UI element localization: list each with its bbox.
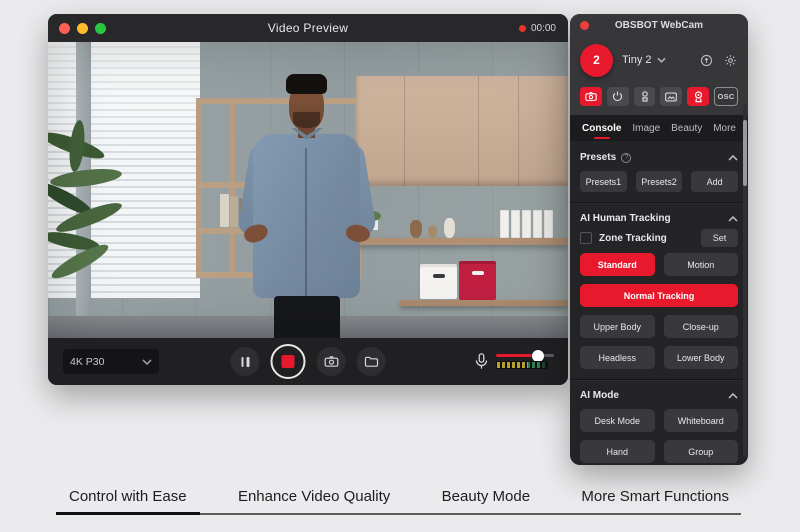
ai-mode-section-header: AI Mode bbox=[580, 390, 738, 401]
tab-control-with-ease[interactable]: Control with Ease bbox=[56, 486, 200, 515]
screen-icon bbox=[665, 91, 678, 102]
vignette bbox=[48, 42, 568, 338]
snapshot-button[interactable] bbox=[316, 347, 346, 376]
folder-icon bbox=[364, 356, 378, 367]
tab-console[interactable]: Console bbox=[582, 117, 621, 140]
tab-enhance-video-quality[interactable]: Enhance Video Quality bbox=[238, 486, 390, 513]
video-preview-window: Video Preview 00:00 4K P30 bbox=[48, 14, 568, 385]
close-up-button[interactable]: Close-up bbox=[663, 315, 738, 338]
video-window-title: Video Preview bbox=[267, 21, 349, 35]
feature-tabs: Control with Ease Enhance Video Quality … bbox=[56, 486, 741, 515]
sleep-power-button[interactable] bbox=[606, 87, 629, 106]
chevron-down-icon bbox=[142, 358, 152, 365]
zone-tracking-label: Zone Tracking bbox=[599, 232, 667, 244]
chevron-up-icon bbox=[728, 154, 738, 161]
tab-more[interactable]: More bbox=[713, 117, 736, 140]
hand-button[interactable]: Hand bbox=[580, 440, 655, 463]
add-preset-button[interactable]: Add bbox=[691, 171, 738, 192]
camera-toggle-button[interactable] bbox=[580, 87, 602, 106]
video-titlebar: Video Preview 00:00 bbox=[48, 14, 568, 42]
tab-beauty[interactable]: Beauty bbox=[671, 117, 702, 140]
upper-body-button[interactable]: Upper Body bbox=[580, 315, 655, 338]
volume-slider[interactable] bbox=[496, 349, 554, 362]
chevron-up-icon bbox=[728, 215, 738, 222]
tab-more-smart-functions[interactable]: More Smart Functions bbox=[581, 486, 729, 513]
group-button[interactable]: Group bbox=[663, 440, 738, 463]
preset2-button[interactable]: Presets2 bbox=[635, 171, 683, 192]
tracking-title: AI Human Tracking bbox=[580, 213, 671, 224]
update-icon[interactable] bbox=[699, 53, 714, 68]
microphone-icon[interactable] bbox=[475, 353, 488, 370]
gimbal-reset-button[interactable] bbox=[633, 87, 656, 106]
console-content: Presets ? Presets1 Presets2 Add AI Human… bbox=[570, 141, 748, 465]
tab-image[interactable]: Image bbox=[632, 117, 660, 140]
zone-set-button[interactable]: Set bbox=[701, 229, 738, 247]
gimbal-icon bbox=[641, 90, 648, 102]
help-icon[interactable]: ? bbox=[621, 152, 632, 163]
video-control-bar: 4K P30 bbox=[48, 338, 568, 385]
section-divider bbox=[570, 379, 748, 380]
pause-button[interactable] bbox=[230, 347, 260, 376]
whiteboard-button[interactable]: Whiteboard bbox=[663, 409, 738, 432]
standard-mode-button[interactable]: Standard bbox=[580, 253, 655, 276]
camera-video-feed bbox=[48, 42, 568, 338]
tracking-section-header: AI Human Tracking bbox=[580, 213, 738, 224]
collapse-presets-button[interactable] bbox=[728, 154, 738, 161]
recording-indicator: 00:00 bbox=[518, 22, 556, 34]
section-divider bbox=[570, 202, 748, 203]
panel-titlebar: OBSBOT WebCam bbox=[570, 14, 748, 36]
panel-title: OBSBOT WebCam bbox=[614, 19, 704, 31]
gear-icon[interactable] bbox=[723, 53, 738, 68]
osc-button[interactable]: OSC bbox=[714, 87, 738, 106]
headless-button[interactable]: Headless bbox=[580, 346, 655, 369]
audio-level-meter bbox=[496, 361, 548, 369]
zone-tracking-row: Zone Tracking Set bbox=[580, 229, 738, 247]
record-stop-button[interactable] bbox=[270, 344, 306, 379]
zone-tracking-checkbox[interactable] bbox=[580, 232, 592, 244]
quick-toolbar: OSC bbox=[580, 87, 738, 106]
presets-title: Presets bbox=[580, 152, 617, 163]
virtual-background-button[interactable] bbox=[660, 87, 683, 106]
device-avatar[interactable]: 2 bbox=[580, 43, 613, 77]
panel-tabs: Console Image Beauty More bbox=[570, 115, 748, 141]
collapse-tracking-button[interactable] bbox=[728, 215, 738, 222]
desk-mode-button[interactable]: Desk Mode bbox=[580, 409, 655, 432]
volume-knob[interactable] bbox=[531, 349, 544, 362]
open-folder-button[interactable] bbox=[356, 347, 386, 376]
power-icon bbox=[613, 91, 623, 102]
presets-buttons: Presets1 Presets2 Add bbox=[580, 171, 738, 192]
recording-time: 00:00 bbox=[530, 22, 556, 34]
panel-scrollbar-thumb[interactable] bbox=[743, 120, 747, 186]
normal-tracking-button[interactable]: Normal Tracking bbox=[580, 284, 738, 307]
collapse-ai-mode-button[interactable] bbox=[728, 392, 738, 399]
tracking-camera-icon bbox=[694, 90, 702, 102]
resolution-select[interactable]: 4K P30 bbox=[63, 349, 159, 374]
tracking-toggle-button[interactable] bbox=[687, 87, 710, 106]
camera-icon bbox=[585, 92, 597, 101]
chevron-up-icon bbox=[728, 392, 738, 399]
device-selector[interactable]: Tiny 2 bbox=[622, 54, 666, 66]
lower-body-button[interactable]: Lower Body bbox=[663, 346, 738, 369]
preset1-button[interactable]: Presets1 bbox=[580, 171, 627, 192]
ai-mode-title: AI Mode bbox=[580, 390, 619, 401]
panel-header: 2 Tiny 2 OSC bbox=[570, 36, 748, 115]
pause-icon bbox=[241, 356, 249, 367]
recording-dot-icon bbox=[518, 24, 526, 32]
chevron-down-icon bbox=[656, 57, 666, 63]
resolution-value: 4K P30 bbox=[70, 355, 105, 368]
device-name-label: Tiny 2 bbox=[622, 54, 652, 66]
camera-icon bbox=[324, 356, 338, 367]
motion-mode-button[interactable]: Motion bbox=[663, 253, 738, 276]
obsbot-panel: OBSBOT WebCam 2 Tiny 2 OSC Console Image… bbox=[570, 14, 748, 465]
stop-icon bbox=[281, 355, 295, 368]
tab-beauty-mode[interactable]: Beauty Mode bbox=[442, 486, 530, 513]
presets-section-header: Presets ? bbox=[580, 152, 738, 163]
